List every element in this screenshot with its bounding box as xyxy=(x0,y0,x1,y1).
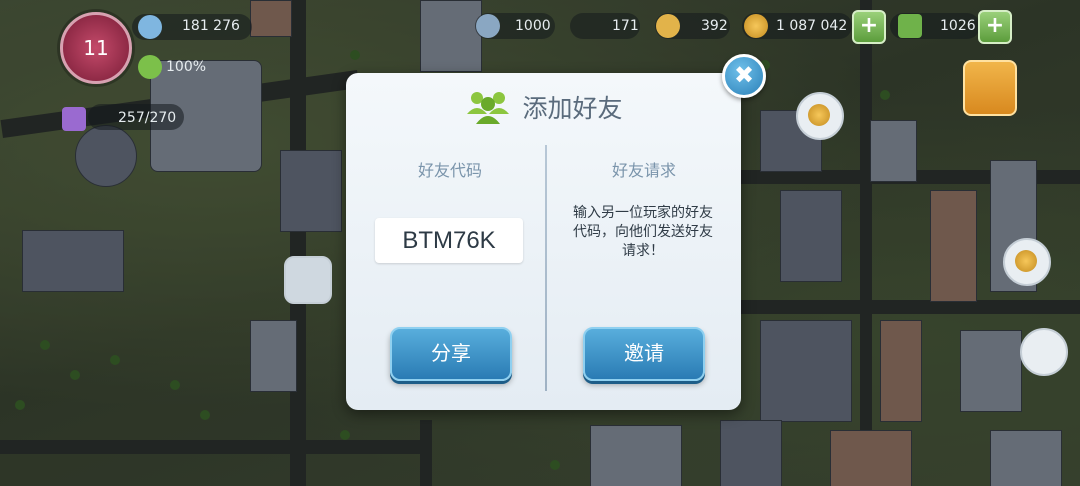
building-bubble[interactable] xyxy=(284,256,332,304)
population-value: 181 276 xyxy=(182,18,240,34)
add-simcash-button[interactable]: + xyxy=(978,10,1012,44)
add-simoleons-button[interactable]: + xyxy=(852,10,886,44)
storage-value: 257/270 xyxy=(118,110,177,126)
collect-coin-bubble[interactable] xyxy=(1003,238,1051,286)
friend-request-description: 输入另一位玩家的好友代码，向他们发送好友请求！ xyxy=(573,205,713,259)
dialog-title: 添加好友 xyxy=(522,94,623,123)
clock-icon xyxy=(476,14,500,38)
friend-code-heading: 好友代码 xyxy=(417,161,482,180)
column-divider xyxy=(545,145,547,391)
dialog-header: 添加好友 xyxy=(346,87,741,127)
population-icon xyxy=(138,15,162,39)
share-button[interactable]: 分享 xyxy=(390,327,512,381)
storage-icon[interactable] xyxy=(62,107,86,131)
task-bubble[interactable] xyxy=(1020,328,1068,376)
collect-coin-bubble[interactable] xyxy=(796,92,844,140)
friend-request-heading: 好友请求 xyxy=(611,161,676,180)
close-icon[interactable]: ✖ xyxy=(722,54,766,98)
happiness-value: 100% xyxy=(166,59,207,75)
simcash-icon xyxy=(898,14,922,38)
friend-code-value: BTM76K xyxy=(375,218,523,263)
add-friend-dialog: 添加好友 好友代码 BTM76K 分享 好友请求 输入另一位玩家的好友代码，向他… xyxy=(346,73,741,410)
happiness-icon xyxy=(138,55,162,79)
resource-2-value: 171 xyxy=(612,18,639,34)
simoleon-icon xyxy=(744,14,768,38)
key-icon xyxy=(656,14,680,38)
keys-value: 392 xyxy=(701,18,728,34)
simcash-value: 1026 xyxy=(940,18,976,34)
resource-1-value: 1000 xyxy=(515,18,551,34)
simoleons-value: 1 087 042 xyxy=(776,18,848,34)
invite-button[interactable]: 邀请 xyxy=(583,327,705,381)
shop-bag-icon[interactable] xyxy=(963,60,1017,116)
friends-icon xyxy=(467,92,510,124)
level-badge[interactable]: 11 xyxy=(60,12,132,84)
